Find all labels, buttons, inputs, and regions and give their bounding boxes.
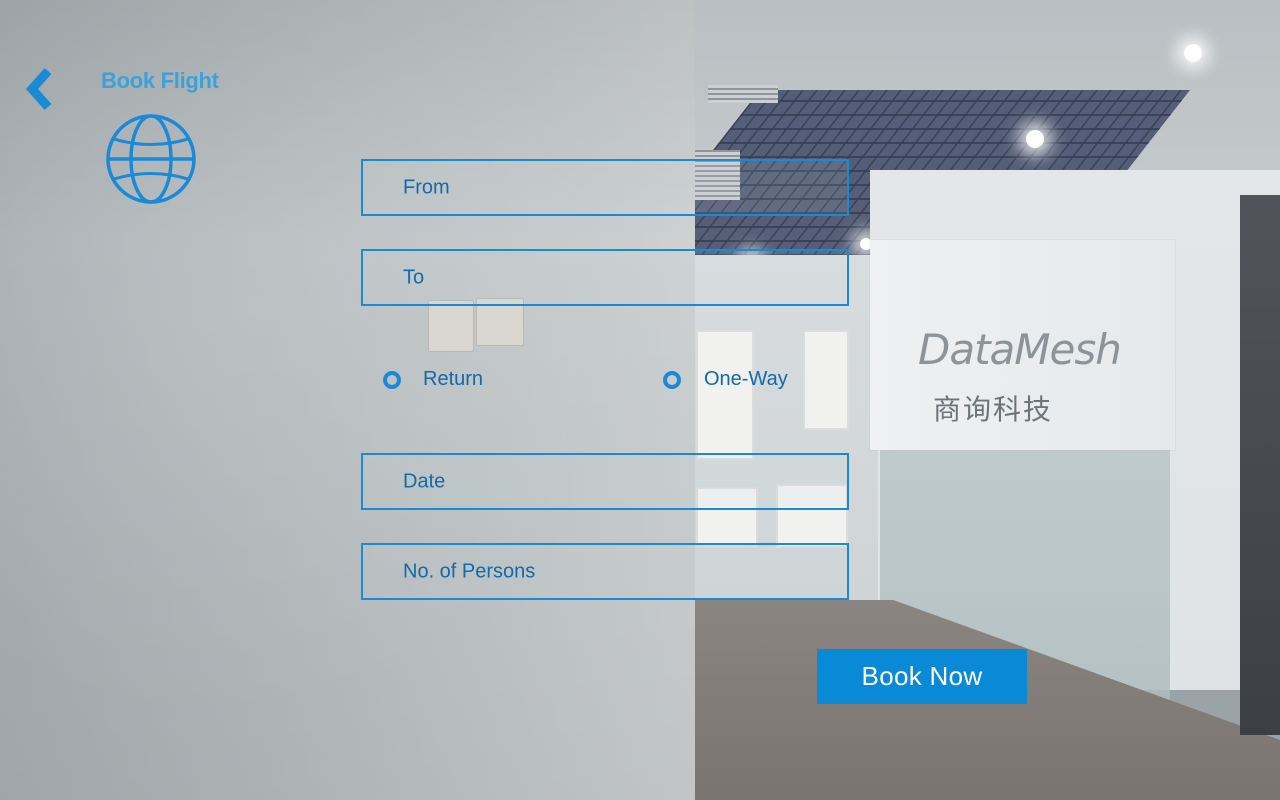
date-placeholder: Date (403, 470, 446, 492)
to-field[interactable]: To (361, 249, 849, 306)
radio-circle-icon (663, 370, 681, 389)
ceiling-light (1026, 130, 1044, 148)
from-placeholder: From (403, 176, 450, 198)
globe-icon (104, 112, 198, 206)
date-field[interactable]: Date (361, 453, 849, 510)
wall-panel (428, 300, 474, 352)
return-label: Return (423, 368, 484, 390)
from-field[interactable]: From (361, 159, 849, 216)
back-button[interactable] (25, 68, 60, 110)
ceiling-vent (708, 85, 778, 103)
brand-sign-subtext: 商询科技 (933, 393, 1054, 426)
radio-circle-icon (383, 370, 401, 389)
one-way-label: One-Way (704, 368, 788, 390)
one-way-radio[interactable]: One-Way (663, 368, 788, 391)
book-now-button[interactable]: Book Now (817, 649, 1027, 704)
display-shelf (696, 330, 754, 460)
persons-placeholder: No. of Persons (403, 560, 536, 582)
brand-sign-text: DataMesh (918, 325, 1122, 374)
persons-field[interactable]: No. of Persons (361, 543, 849, 600)
ceiling-light (1184, 44, 1202, 62)
door (1240, 195, 1280, 735)
page-title: Book Flight (101, 68, 219, 93)
return-radio[interactable]: Return (383, 368, 483, 391)
display-shelf (803, 330, 849, 430)
chevron-left-icon (25, 68, 52, 110)
to-placeholder: To (403, 266, 425, 288)
